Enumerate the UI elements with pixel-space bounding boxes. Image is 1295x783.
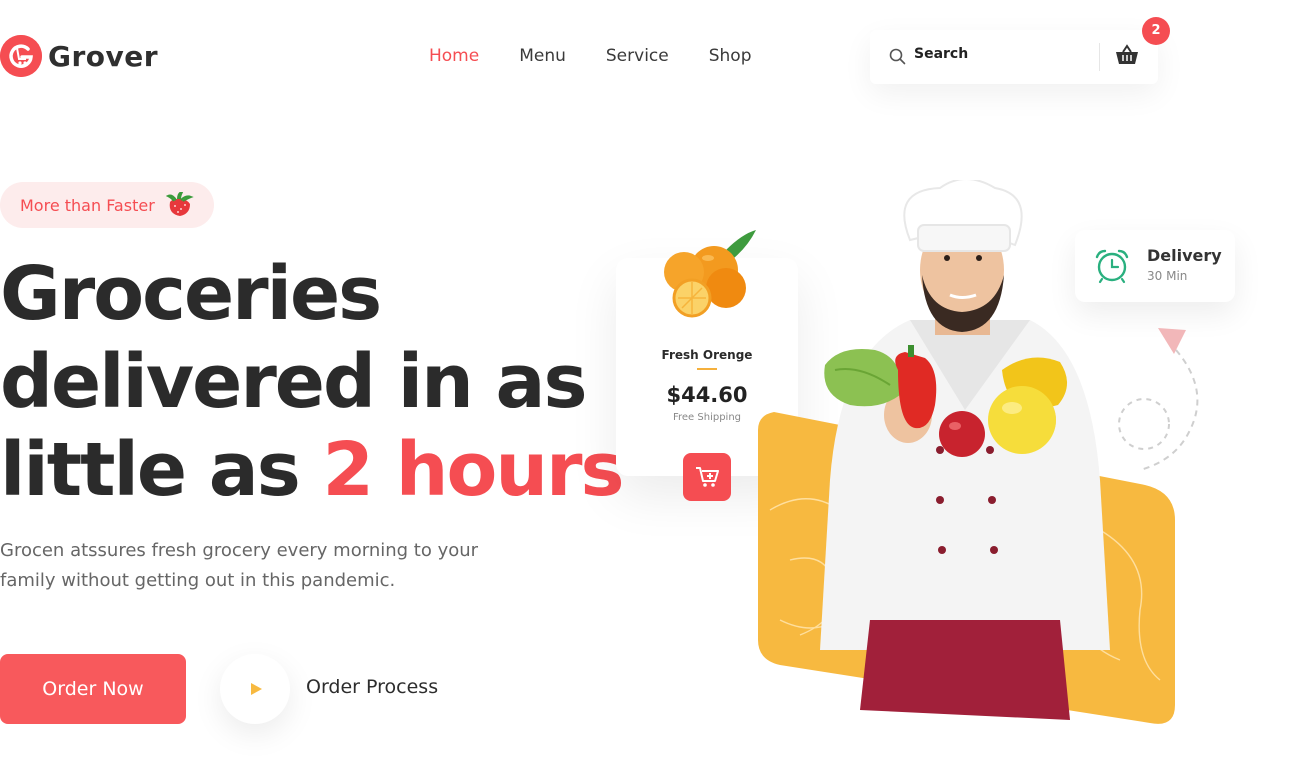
basket-icon[interactable] [1115, 44, 1139, 66]
search-input[interactable] [914, 46, 1084, 62]
logo-icon [0, 35, 42, 77]
cart-count-badge: 2 [1142, 17, 1170, 45]
tagline-text: More than Faster [20, 195, 155, 215]
headline-line-3: little as 2 hours [0, 426, 625, 514]
search-icon[interactable] [889, 48, 906, 65]
strawberry-icon [166, 192, 194, 216]
search-divider [1099, 43, 1100, 71]
nav-item-home[interactable]: Home [429, 46, 479, 66]
nav-item-shop[interactable]: Shop [709, 46, 752, 66]
headline-line-2: delivered in as [0, 339, 588, 425]
headline-highlight: 2 hours [322, 427, 625, 513]
add-to-cart-icon [696, 467, 719, 487]
order-process-link[interactable]: Order Process [306, 676, 438, 698]
hero-description: Grocen atssures fresh grocery every morn… [0, 540, 479, 591]
dashed-route-decoration [1118, 328, 1199, 471]
brand-name: Grover [48, 39, 159, 73]
play-icon [251, 683, 262, 695]
order-now-button[interactable]: Order Now [0, 654, 186, 724]
product-divider [697, 368, 717, 370]
add-to-cart-button[interactable] [683, 453, 731, 501]
hero-headline: Groceries delivered in as little as 2 ho… [0, 250, 625, 514]
main-nav: Home Menu Service Shop [429, 46, 792, 66]
play-button[interactable] [220, 654, 290, 724]
nav-item-menu[interactable]: Menu [519, 46, 566, 66]
delivery-title: Delivery [1147, 246, 1222, 265]
headline-line-1: Groceries [0, 251, 382, 337]
delivery-time: 30 Min [1147, 269, 1188, 283]
tagline-pill: More than Faster [0, 182, 214, 228]
alarm-clock-icon [1095, 249, 1129, 284]
nav-item-service[interactable]: Service [606, 46, 669, 66]
logo[interactable]: Grover [0, 35, 158, 77]
headline-line-3-prefix: little as [0, 427, 323, 513]
